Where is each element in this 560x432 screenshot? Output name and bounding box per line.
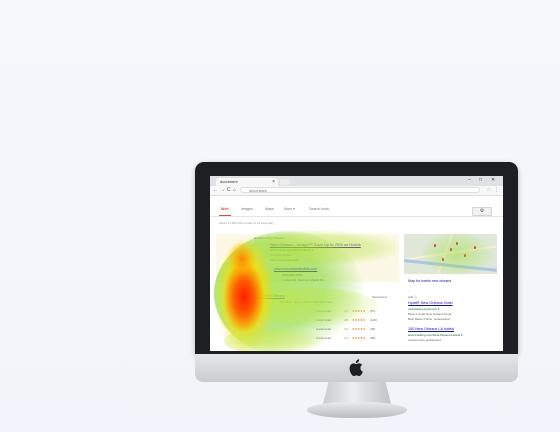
ad-address: 1 Hotel Rd, Starting At $119 NL bbox=[282, 278, 324, 282]
tab-close-icon[interactable]: × bbox=[272, 178, 275, 186]
map-pin-icon[interactable] bbox=[456, 242, 458, 245]
ad-header: Hotels in New Orleans bbox=[254, 236, 284, 240]
ad-url[interactable]: www.trivago.com/New-Orleans ▾ bbox=[270, 248, 313, 252]
tab-images[interactable]: Images bbox=[241, 207, 253, 211]
settings-gear-icon[interactable]: ⚙ bbox=[472, 207, 492, 216]
sidebar-ads-label: Ads ⓘ bbox=[408, 295, 418, 299]
ad-title-link[interactable]: New Orleans - trivago™ Save Up to 75% on… bbox=[270, 242, 361, 247]
minimize-icon[interactable]: – bbox=[468, 177, 471, 183]
forward-icon[interactable]: → bbox=[220, 187, 225, 193]
results-map[interactable] bbox=[404, 234, 497, 274]
tab-maps[interactable]: Maps bbox=[265, 207, 274, 211]
map-caption-link[interactable]: Map for hotels new orleans bbox=[408, 279, 451, 283]
reload-icon[interactable]: C bbox=[227, 187, 231, 193]
row-1-rating: 4.4 bbox=[344, 309, 349, 313]
row-1-label: 4-star hotel bbox=[316, 309, 332, 313]
map-pin-icon[interactable] bbox=[474, 246, 476, 249]
apple-logo-icon bbox=[349, 359, 363, 377]
browser-tab[interactable]: document × bbox=[216, 178, 278, 186]
sidebar-ad-2-url[interactable]: www.booking.com/New-Orleans-Hotels ▾ bbox=[408, 333, 462, 337]
ad-site-link[interactable]: www.neworleanshotels.com bbox=[274, 267, 317, 271]
browser-menu-icon[interactable]: ⋮ bbox=[494, 187, 499, 193]
imac-device: document × – □ ✕ ← → C ⌂ about:blank ☆ ⋮… bbox=[195, 162, 518, 424]
results-desc: All hotels, prices, Street View and more bbox=[280, 300, 333, 304]
row-2-count: (120) bbox=[370, 318, 378, 322]
ad-phone: (800) 805-5760 bbox=[282, 273, 303, 277]
monitor-bezel: document × – □ ✕ ← → C ⌂ about:blank ☆ ⋮… bbox=[195, 162, 518, 354]
monitor-stand-neck bbox=[323, 382, 391, 404]
map-river bbox=[404, 259, 497, 272]
row-4-label: 4-star hotel bbox=[316, 336, 332, 340]
sponsored-label: Sponsored bbox=[372, 295, 387, 299]
ad-desc-1: Compare Hotels bbox=[270, 253, 292, 257]
heatmap-bottom-zone bbox=[224, 326, 324, 351]
search-tabs: Web Images Maps More ▾ Search tools bbox=[210, 204, 503, 217]
sidebar-ad-2-line1: Lowest price guaranteed. bbox=[408, 338, 442, 342]
new-tab-button[interactable] bbox=[280, 179, 290, 185]
apple-logo-icon bbox=[348, 359, 364, 377]
map-pin-icon[interactable] bbox=[450, 248, 452, 251]
row-3-label: 4-star hotel bbox=[316, 327, 332, 331]
row-2-rating: 4.5 bbox=[344, 318, 349, 322]
star-icon[interactable]: ☆ bbox=[487, 187, 491, 193]
tab-title: document bbox=[220, 179, 238, 184]
maximize-icon[interactable]: □ bbox=[479, 177, 482, 183]
results-header[interactable]: Hotels in New Orleans bbox=[250, 294, 285, 298]
row-2-stars: ★★★★★ bbox=[352, 318, 366, 322]
tab-search-tools[interactable]: Search tools bbox=[309, 207, 329, 211]
row-3-stars: ★★★★★ bbox=[352, 327, 366, 331]
row-1-stars: ★★★★★ bbox=[352, 309, 366, 313]
tab-web[interactable]: Web bbox=[219, 207, 230, 216]
row-4-stars: ★★★★★ bbox=[352, 336, 366, 340]
sidebar-ad-1-line2: Best Rates Online, Guaranteed. bbox=[408, 317, 451, 321]
map-pin-icon[interactable] bbox=[434, 244, 436, 247]
map-pin-icon[interactable] bbox=[442, 258, 444, 261]
tab-more[interactable]: More ▾ bbox=[284, 207, 295, 211]
row-4-count: (59) bbox=[370, 336, 376, 340]
home-icon[interactable]: ⌂ bbox=[233, 187, 236, 193]
row-2-label: 4-star hotel bbox=[316, 318, 332, 322]
sidebar-ad-1-line1: Book a Hyatt New Orleans Hotel. bbox=[408, 312, 453, 316]
sidebar-ad-2-title[interactable]: 150 New Orleans LA hotels bbox=[408, 327, 454, 331]
close-window-icon[interactable]: ✕ bbox=[491, 177, 495, 183]
row-3-rating: 4.3 bbox=[344, 327, 349, 331]
sidebar-ad-1-title[interactable]: Hyatt® New Orleans Hotel bbox=[408, 301, 453, 305]
monitor-stand-base bbox=[307, 402, 407, 418]
ad-desc-2: Find your Ideal Hotel! bbox=[270, 258, 299, 262]
row-1-count: (57) bbox=[370, 309, 376, 313]
row-4-rating: 4.1 bbox=[344, 336, 349, 340]
address-bar[interactable]: about:blank bbox=[240, 187, 480, 193]
browser-toolbar: ← → C ⌂ about:blank ☆ ⋮ bbox=[210, 186, 503, 196]
sidebar-ad-1-url[interactable]: neworleans.hyatt.com ▾ bbox=[408, 307, 440, 311]
map-pin-icon[interactable] bbox=[464, 254, 466, 257]
row-3-count: (46) bbox=[370, 327, 376, 331]
result-stats: About 71,000,000 results (0.41 seconds) bbox=[219, 221, 274, 225]
back-icon[interactable]: ← bbox=[213, 187, 218, 193]
monitor-screen: document × – □ ✕ ← → C ⌂ about:blank ☆ ⋮… bbox=[210, 176, 503, 351]
browser-tab-bar: document × – □ ✕ bbox=[210, 176, 503, 186]
